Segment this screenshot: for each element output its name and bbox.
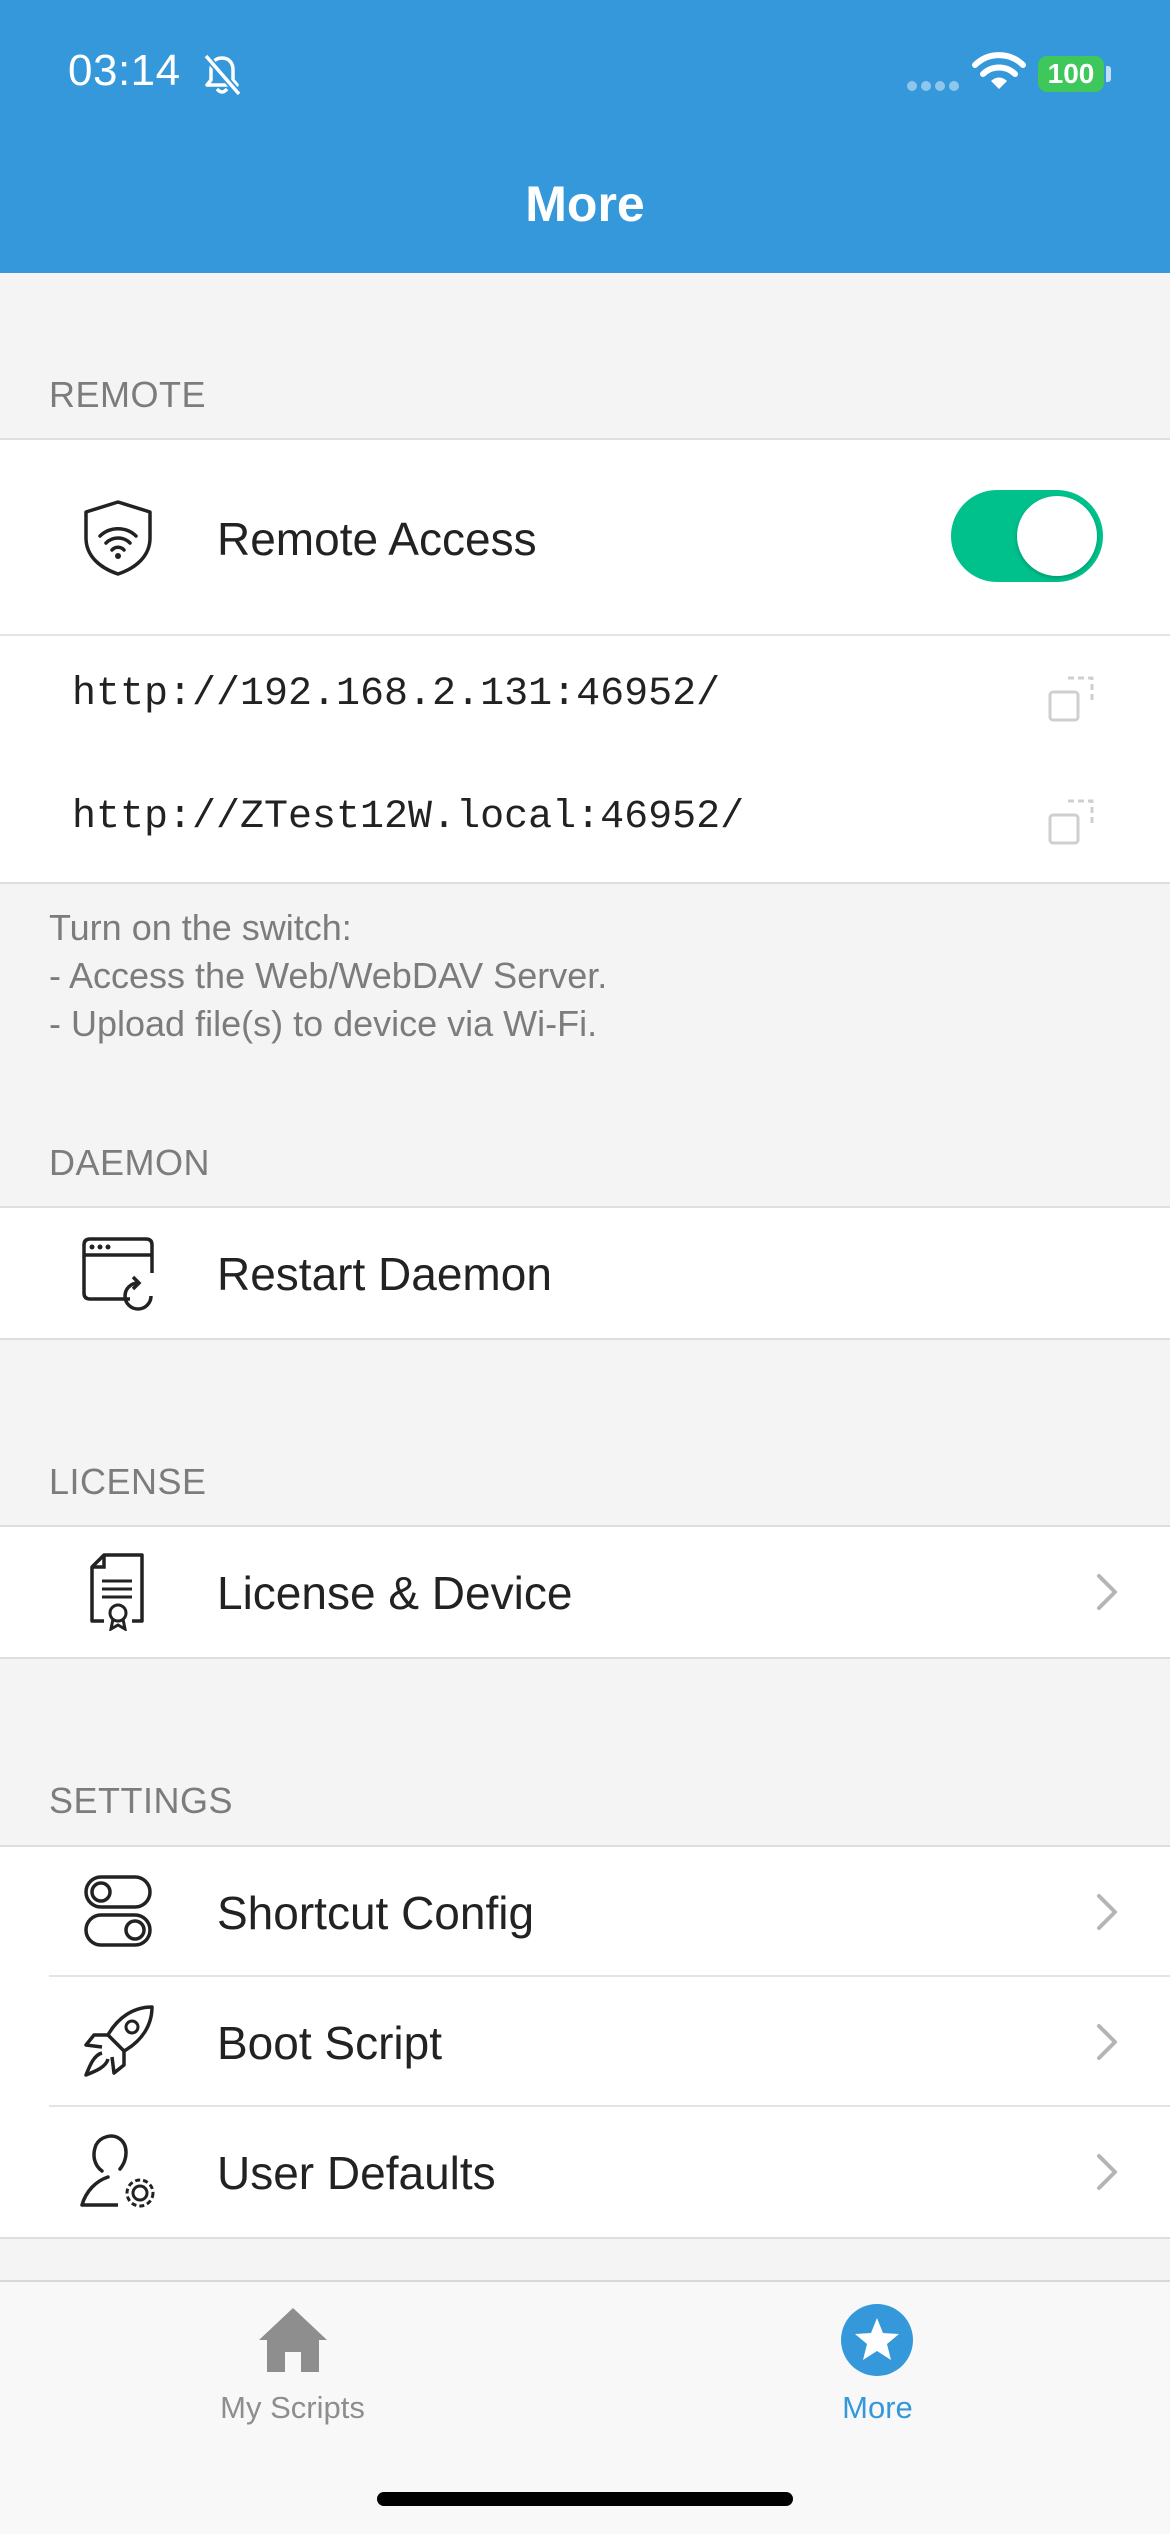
boot-script-row[interactable]: Boot Script [0, 1977, 1170, 2107]
toggles-icon [84, 1875, 152, 1947]
remote-group: Remote Access http://192.168.2.131:46952… [0, 438, 1170, 884]
url-hostname-text: http://ZTest12W.local:46952/ [72, 795, 745, 840]
status-time: 03:14 [68, 46, 181, 95]
remote-access-row: Remote Access [0, 440, 1170, 636]
footer-line: - Upload file(s) to device via Wi-Fi. [49, 1003, 598, 1044]
home-indicator [377, 2492, 793, 2506]
cellular-signal-icon [907, 81, 959, 91]
url-row-hostname[interactable]: http://ZTest12W.local:46952/ [0, 759, 1170, 882]
license-device-label: License & Device [217, 1567, 573, 1619]
footer-line: - Access the Web/WebDAV Server. [49, 955, 608, 996]
window-restart-icon [82, 1237, 154, 1311]
battery-tip [1106, 66, 1111, 82]
copy-icon[interactable] [1048, 674, 1098, 724]
tab-label: More [842, 2390, 913, 2425]
section-header-license: LICENSE [49, 1461, 207, 1502]
tab-my-scripts[interactable]: My Scripts [0, 2282, 585, 2482]
footer-line: Turn on the switch: [49, 907, 352, 948]
url-ip-text: http://192.168.2.131:46952/ [72, 672, 721, 717]
chevron-right-icon [1097, 2154, 1117, 2190]
section-header-remote: REMOTE [49, 374, 207, 415]
restart-daemon-label: Restart Daemon [217, 1248, 552, 1300]
battery-indicator: 100 [1038, 56, 1104, 92]
star-icon [841, 2304, 913, 2376]
boot-script-label: Boot Script [217, 2017, 442, 2069]
chevron-right-icon [1097, 1574, 1117, 1610]
user-gear-icon [80, 2134, 155, 2208]
section-header-settings: SETTINGS [49, 1780, 234, 1821]
remote-footer-note: Turn on the switch: - Access the Web/Web… [49, 904, 607, 1048]
daemon-group: Restart Daemon [0, 1206, 1170, 1340]
rocket-icon [84, 2005, 154, 2077]
user-defaults-label: User Defaults [217, 2147, 496, 2199]
chevron-right-icon [1097, 1894, 1117, 1930]
restart-daemon-row[interactable]: Restart Daemon [0, 1208, 1170, 1338]
home-icon [259, 2308, 327, 2372]
tab-label: My Scripts [220, 2390, 365, 2425]
toggle-knob [1017, 496, 1097, 576]
remote-access-toggle[interactable] [951, 490, 1103, 582]
license-device-row[interactable]: License & Device [0, 1527, 1170, 1657]
section-header-daemon: DAEMON [49, 1142, 211, 1183]
page-title: More [525, 176, 645, 232]
shortcut-config-row[interactable]: Shortcut Config [0, 1847, 1170, 1977]
navigation-header: 03:14 100 More [0, 0, 1170, 273]
shield-wifi-icon [84, 500, 152, 576]
url-row-ip[interactable]: http://192.168.2.131:46952/ [0, 636, 1170, 759]
copy-icon[interactable] [1048, 797, 1098, 847]
chevron-right-icon [1097, 2024, 1117, 2060]
remote-access-label: Remote Access [217, 513, 537, 565]
bell-muted-icon [203, 53, 242, 97]
certificate-icon [90, 1553, 144, 1631]
license-group: License & Device [0, 1525, 1170, 1659]
shortcut-config-label: Shortcut Config [217, 1887, 535, 1939]
user-defaults-row[interactable]: User Defaults [0, 2107, 1170, 2237]
settings-group: Shortcut Config Boot Script User Default… [0, 1845, 1170, 2239]
tab-more[interactable]: More [585, 2282, 1170, 2482]
wifi-icon [972, 52, 1026, 89]
